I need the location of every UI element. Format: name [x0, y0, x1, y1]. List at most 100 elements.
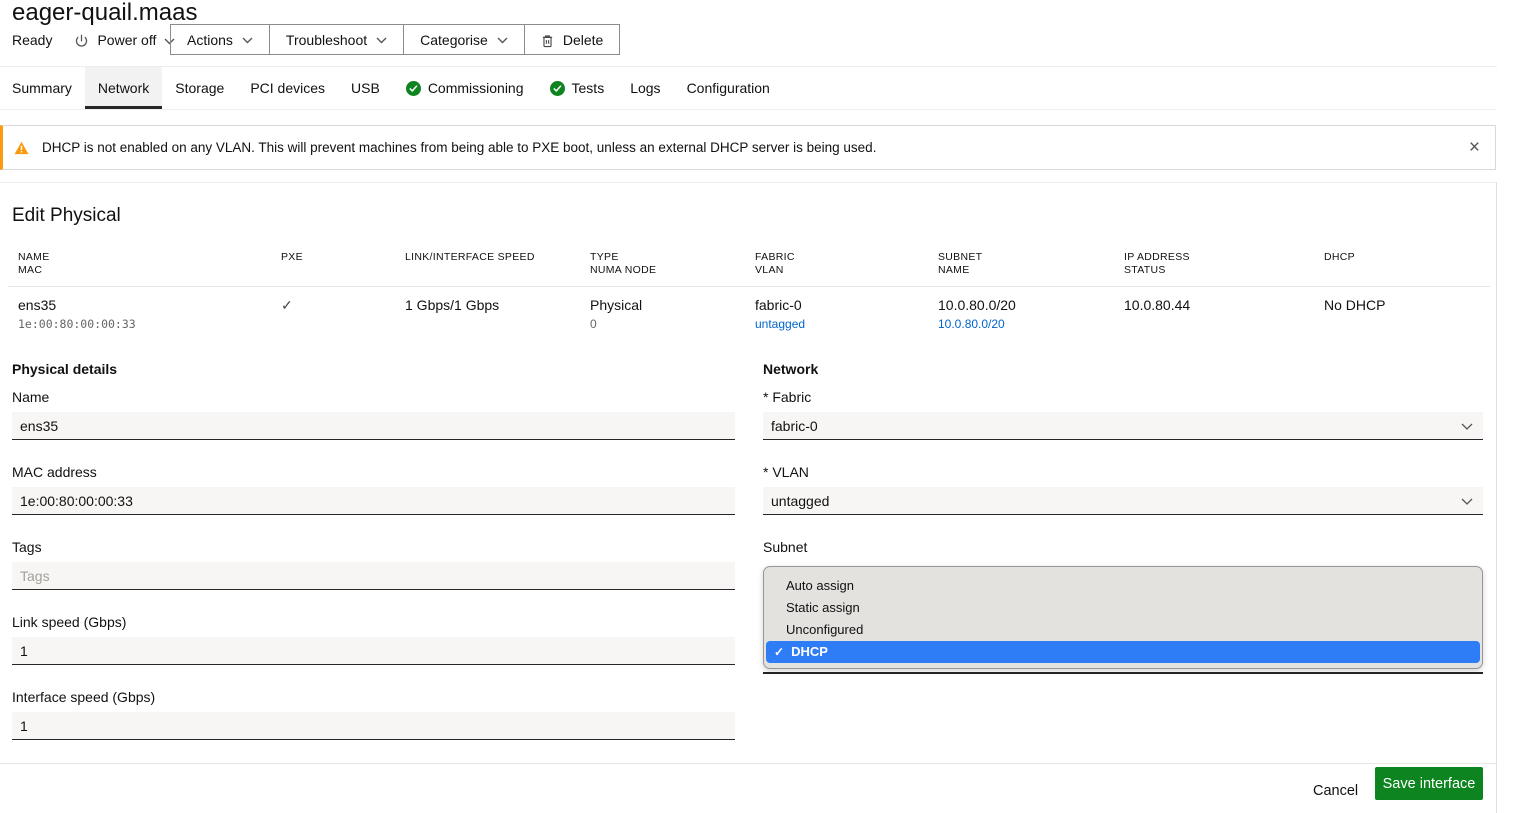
save-interface-button[interactable]: Save interface — [1375, 767, 1483, 800]
subnet-dropdown-menu: Auto assign Static assign Unconfigured ✓… — [763, 566, 1483, 669]
machine-status: Ready — [12, 32, 52, 48]
section-heading: Network — [763, 361, 1483, 377]
cancel-button[interactable]: Cancel — [1303, 775, 1368, 807]
warning-message: DHCP is not enabled on any VLAN. This wi… — [42, 140, 876, 155]
tab-label: Commissioning — [428, 80, 524, 96]
categorise-menu-button[interactable]: Categorise — [404, 25, 525, 54]
tab-tests[interactable]: Tests — [537, 67, 618, 109]
delete-button-label: Delete — [563, 32, 603, 48]
machine-actions-group: Actions Troubleshoot Categorise Delete — [170, 24, 620, 55]
vlan-select[interactable]: untagged — [763, 487, 1483, 515]
tab-storage[interactable]: Storage — [162, 67, 237, 109]
subnet-option-unconfigured[interactable]: Unconfigured — [764, 619, 1482, 641]
fabric-select[interactable]: fabric-0 — [763, 412, 1483, 440]
interface-speed-label: Interface speed (Gbps) — [12, 689, 735, 705]
delete-button[interactable]: Delete — [525, 25, 619, 54]
vlan-label: * VLAN — [763, 464, 1483, 480]
interface-subnet: 10.0.80.0/20 — [938, 297, 1124, 314]
col-name: NAME — [18, 251, 281, 263]
chevron-down-icon — [1461, 423, 1473, 431]
success-check-icon — [550, 81, 565, 96]
chevron-down-icon — [1461, 498, 1473, 506]
subnet-select-underline — [763, 672, 1483, 674]
mac-address-label: MAC address — [12, 464, 735, 480]
tab-label: PCI devices — [250, 80, 325, 96]
interface-speed-field[interactable] — [12, 712, 735, 740]
tab-summary[interactable]: Summary — [0, 67, 85, 109]
col-vlan: VLAN — [755, 264, 938, 276]
interface-numa: 0 — [590, 317, 755, 332]
tab-label: Storage — [175, 80, 224, 96]
col-numa: NUMA NODE — [590, 264, 755, 276]
mac-address-field[interactable] — [12, 487, 735, 515]
network-section: Network * Fabric fabric-0 * VLAN untagge… — [763, 361, 1483, 579]
link-speed-label: Link speed (Gbps) — [12, 614, 735, 630]
col-pxe: PXE — [281, 251, 405, 263]
chevron-down-icon — [242, 37, 253, 44]
warning-icon — [14, 141, 29, 155]
tags-label: Tags — [12, 539, 735, 555]
dhcp-warning-banner: DHCP is not enabled on any VLAN. This wi… — [0, 125, 1496, 170]
name-field[interactable] — [12, 412, 735, 440]
subnet-option-dhcp[interactable]: ✓ DHCP — [766, 641, 1480, 663]
interface-type: Physical — [590, 297, 755, 314]
vlan-select-value: untagged — [771, 493, 829, 509]
tab-logs[interactable]: Logs — [617, 67, 673, 109]
col-ip: IP ADDRESS — [1124, 251, 1324, 263]
tab-pci-devices[interactable]: PCI devices — [237, 67, 338, 109]
troubleshoot-menu-button[interactable]: Troubleshoot — [270, 25, 404, 54]
power-menu-button[interactable]: Power off — [74, 32, 175, 49]
subnet-option-dhcp-label: DHCP — [791, 641, 828, 663]
edit-physical-panel: Edit Physical NAMEMAC PXE LINK/INTERFACE… — [0, 182, 1497, 813]
chevron-down-icon — [376, 37, 387, 44]
tab-network[interactable]: Network — [85, 67, 162, 109]
section-heading: Physical details — [12, 361, 735, 377]
tab-label: Tests — [572, 80, 605, 96]
power-icon — [74, 34, 89, 49]
interface-fabric: fabric-0 — [755, 297, 938, 314]
power-menu-label: Power off — [97, 32, 156, 48]
machine-tabbar: Summary Network Storage PCI devices USB … — [0, 66, 1497, 110]
chevron-down-icon — [497, 37, 508, 44]
col-fabric: FABRIC — [755, 251, 938, 263]
col-dhcp: DHCP — [1324, 251, 1480, 263]
tab-label: Configuration — [687, 80, 770, 96]
vlan-link[interactable]: untagged — [755, 317, 805, 331]
fabric-select-value: fabric-0 — [771, 418, 818, 434]
close-icon[interactable]: × — [1469, 138, 1480, 157]
tags-field[interactable] — [12, 562, 735, 590]
pxe-check-icon: ✓ — [281, 297, 405, 314]
fabric-label: * Fabric — [763, 389, 1483, 405]
troubleshoot-menu-label: Troubleshoot — [286, 32, 367, 48]
subnet-option-auto-assign[interactable]: Auto assign — [764, 575, 1482, 597]
tab-label: Logs — [630, 80, 660, 96]
interface-table-header: NAMEMAC PXE LINK/INTERFACE SPEED TYPENUM… — [8, 249, 1490, 287]
subnet-option-static-assign[interactable]: Static assign — [764, 597, 1482, 619]
link-speed-field[interactable] — [12, 637, 735, 665]
actions-menu-label: Actions — [187, 32, 233, 48]
interface-speed: 1 Gbps/1 Gbps — [405, 297, 590, 314]
interface-ip: 10.0.80.44 — [1124, 297, 1324, 314]
col-subnet: SUBNET — [938, 251, 1124, 263]
interface-mac: 1e:00:80:00:00:33 — [18, 317, 281, 332]
interface-dhcp: No DHCP — [1324, 297, 1480, 314]
tab-label: Summary — [12, 80, 72, 96]
success-check-icon — [406, 81, 421, 96]
tab-usb[interactable]: USB — [338, 67, 393, 109]
col-speed: LINK/INTERFACE SPEED — [405, 251, 590, 263]
physical-details-section: Physical details Name MAC address Tags L… — [12, 361, 735, 764]
footer-divider — [0, 763, 1497, 764]
tab-label: USB — [351, 80, 380, 96]
interface-table: NAMEMAC PXE LINK/INTERFACE SPEED TYPENUM… — [8, 249, 1490, 332]
tab-label: Network — [98, 80, 149, 96]
actions-menu-button[interactable]: Actions — [171, 25, 270, 54]
tab-commissioning[interactable]: Commissioning — [393, 67, 537, 109]
subnet-label: Subnet — [763, 539, 1483, 555]
subnet-link[interactable]: 10.0.80.0/20 — [938, 317, 1005, 331]
col-mac: MAC — [18, 264, 281, 276]
interface-name: ens35 — [18, 297, 281, 314]
tab-configuration[interactable]: Configuration — [674, 67, 783, 109]
trash-icon — [541, 34, 554, 48]
interface-row: ens35 1e:00:80:00:00:33 ✓ 1 Gbps/1 Gbps P… — [8, 287, 1490, 332]
col-ip-status: STATUS — [1124, 264, 1324, 276]
